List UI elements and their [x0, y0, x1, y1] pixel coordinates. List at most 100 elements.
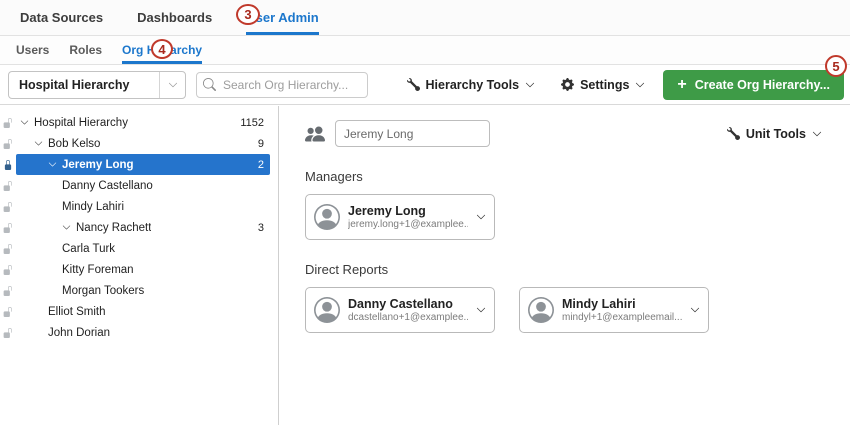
unlock-icon[interactable]	[0, 307, 16, 317]
hierarchy-selector[interactable]: Hospital Hierarchy	[8, 71, 186, 99]
main-content: Hospital Hierarchy1152Bob Kelso9Jeremy L…	[0, 106, 850, 425]
person-email: dcastellano+1@examplee...	[348, 312, 468, 323]
plus-icon: +	[677, 77, 686, 93]
chevron-down-icon[interactable]	[476, 305, 486, 315]
unit-tools-menu[interactable]: Unit Tools	[719, 127, 830, 141]
unlock-icon[interactable]	[0, 202, 16, 212]
tree-item-label: Hospital Hierarchy	[34, 117, 128, 129]
tree-item-label: Carla Turk	[62, 243, 115, 255]
tree-item-label: Kitty Foreman	[62, 264, 134, 276]
person-email: jeremy.long+1@examplee...	[348, 219, 468, 230]
search-icon	[203, 78, 216, 91]
unlock-icon[interactable]	[0, 286, 16, 296]
chevron-down-icon[interactable]	[62, 223, 76, 232]
chevron-down-icon[interactable]	[159, 72, 185, 98]
unlock-icon[interactable]	[0, 223, 16, 233]
nav-dashboards[interactable]: Dashboards	[137, 0, 212, 35]
tree-item-label: Morgan Tookers	[62, 285, 144, 297]
search-box	[196, 72, 368, 98]
tree-item-jeremy-long[interactable]: Jeremy Long 2	[0, 154, 278, 175]
person-text: Jeremy Long jeremy.long+1@examplee...	[348, 204, 468, 230]
direct-reports-heading: Direct Reports	[305, 262, 830, 277]
person-email: mindyl+1@exampleemail....	[562, 312, 682, 323]
wrench-icon	[727, 127, 740, 140]
search-input[interactable]	[196, 72, 368, 98]
people-icon	[305, 124, 325, 144]
person-avatar-icon	[528, 297, 554, 323]
unit-header: Unit Tools	[305, 120, 830, 147]
wrench-icon	[407, 78, 420, 91]
person-name: Jeremy Long	[348, 204, 468, 218]
hierarchy-selector-value: Hospital Hierarchy	[9, 78, 159, 92]
unlock-icon[interactable]	[0, 328, 16, 338]
settings-menu[interactable]: Settings	[553, 78, 653, 92]
unlock-icon[interactable]	[0, 118, 16, 128]
unit-tools-label: Unit Tools	[746, 127, 806, 141]
chevron-down-icon[interactable]	[690, 305, 700, 315]
org-tree: Hospital Hierarchy1152Bob Kelso9Jeremy L…	[0, 106, 279, 425]
annotation-step-5: 5	[825, 55, 847, 77]
user-admin-subnav: Users Roles Org Hierarchy	[0, 36, 850, 65]
person-avatar-icon	[314, 297, 340, 323]
managers-heading: Managers	[305, 169, 830, 184]
org-hierarchy-toolbar: Hospital Hierarchy Hierarchy Tools	[0, 65, 850, 105]
person-avatar-icon	[314, 204, 340, 230]
chevron-down-icon[interactable]	[48, 160, 62, 169]
tree-item-mindy-lahiri[interactable]: Mindy Lahiri	[0, 196, 278, 217]
chevron-down-icon	[812, 129, 822, 139]
chevron-down-icon[interactable]	[34, 139, 48, 148]
gear-icon	[561, 78, 574, 91]
unlock-icon[interactable]	[0, 181, 16, 191]
chevron-down-icon[interactable]	[476, 212, 486, 222]
manager-card[interactable]: Jeremy Long jeremy.long+1@examplee...	[305, 194, 495, 240]
lock-icon[interactable]	[0, 160, 16, 170]
tab-users[interactable]: Users	[16, 36, 49, 64]
tree-item-label: Danny Castellano	[62, 180, 153, 192]
tree-item-hospital-hierarchy[interactable]: Hospital Hierarchy 1152	[0, 112, 278, 133]
person-text: Danny Castellano dcastellano+1@examplee.…	[348, 297, 468, 323]
unlock-icon[interactable]	[0, 139, 16, 149]
settings-label: Settings	[580, 78, 629, 92]
person-name: Danny Castellano	[348, 297, 468, 311]
tab-roles[interactable]: Roles	[69, 36, 102, 64]
unlock-icon[interactable]	[0, 244, 16, 254]
tree-item-morgan-tookers[interactable]: Morgan Tookers	[0, 280, 278, 301]
tree-item-label: Nancy Rachett	[76, 222, 151, 234]
direct-reports-list: Danny Castellano dcastellano+1@examplee.…	[305, 287, 830, 333]
create-org-hierarchy-button[interactable]: + Create Org Hierarchy...	[663, 70, 844, 100]
unit-name-input[interactable]	[335, 120, 490, 147]
hierarchy-tools-label: Hierarchy Tools	[426, 78, 520, 92]
org-hierarchy-app: Data Sources Dashboards User Admin Users…	[0, 0, 850, 425]
tree-item-elliot-smith[interactable]: Elliot Smith	[0, 301, 278, 322]
person-name: Mindy Lahiri	[562, 297, 682, 311]
unit-detail-panel: Unit Tools Managers Jeremy Long jeremy.l…	[279, 106, 850, 425]
tree-item-count: 1152	[240, 117, 270, 129]
tree-item-kitty-foreman[interactable]: Kitty Foreman	[0, 259, 278, 280]
nav-data-sources[interactable]: Data Sources	[20, 0, 103, 35]
create-button-label: Create Org Hierarchy...	[695, 78, 830, 92]
tree-item-label: John Dorian	[48, 327, 110, 339]
tree-item-label: Jeremy Long	[62, 159, 134, 171]
tree-item-label: Bob Kelso	[48, 138, 100, 150]
chevron-down-icon[interactable]	[20, 118, 34, 127]
tree-item-label: Elliot Smith	[48, 306, 106, 318]
chevron-down-icon	[635, 80, 645, 90]
primary-nav: Data Sources Dashboards User Admin	[0, 0, 850, 36]
direct-report-card[interactable]: Mindy Lahiri mindyl+1@exampleemail....	[519, 287, 709, 333]
annotation-step-3: 3	[236, 4, 260, 25]
tree-item-count: 2	[258, 159, 270, 171]
tree-item-john-dorian[interactable]: John Dorian	[0, 322, 278, 343]
tree-item-danny-castellano[interactable]: Danny Castellano	[0, 175, 278, 196]
annotation-step-4: 4	[151, 39, 173, 59]
hierarchy-tools-menu[interactable]: Hierarchy Tools	[399, 78, 544, 92]
tree-item-carla-turk[interactable]: Carla Turk	[0, 238, 278, 259]
direct-report-card[interactable]: Danny Castellano dcastellano+1@examplee.…	[305, 287, 495, 333]
chevron-down-icon	[525, 80, 535, 90]
managers-list: Jeremy Long jeremy.long+1@examplee...	[305, 194, 830, 240]
tree-item-count: 3	[258, 222, 270, 234]
tree-item-nancy-rachett[interactable]: Nancy Rachett 3	[0, 217, 278, 238]
person-text: Mindy Lahiri mindyl+1@exampleemail....	[562, 297, 682, 323]
unlock-icon[interactable]	[0, 265, 16, 275]
tree-item-bob-kelso[interactable]: Bob Kelso9	[0, 133, 278, 154]
tree-item-label: Mindy Lahiri	[62, 201, 124, 213]
